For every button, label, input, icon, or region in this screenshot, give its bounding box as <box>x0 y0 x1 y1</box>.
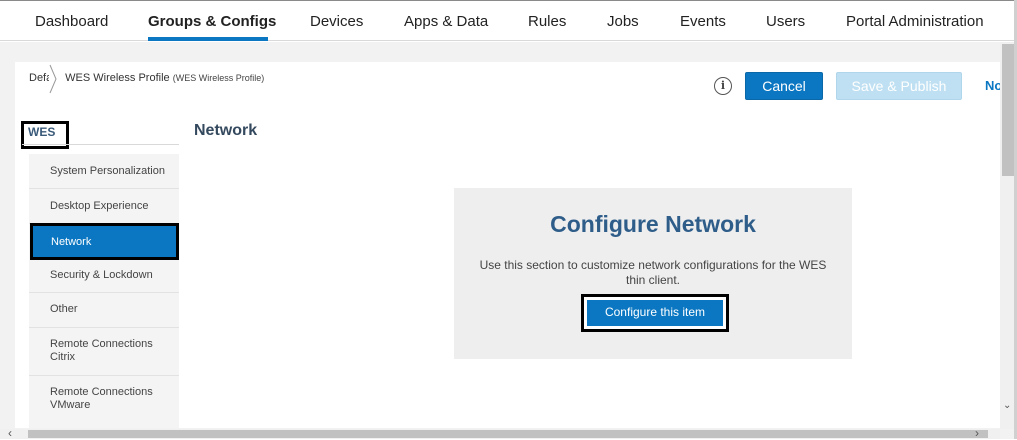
sidebar-divider <box>22 144 179 145</box>
info-icon[interactable]: i <box>714 77 732 95</box>
tab-users[interactable]: Users <box>766 13 805 30</box>
breadcrumb-root[interactable]: Defa <box>29 72 49 84</box>
tab-devices[interactable]: Devices <box>310 13 363 30</box>
sidebar-item-security-lockdown[interactable]: Security & Lockdown <box>29 259 179 293</box>
active-tab-indicator <box>148 37 268 41</box>
scroll-down-icon[interactable]: ⌄ <box>1003 400 1011 411</box>
tab-rules[interactable]: Rules <box>528 13 566 30</box>
sidebar-item-desktop-experience[interactable]: Desktop Experience <box>29 189 179 224</box>
tab-groups-configs[interactable]: Groups & Configs <box>148 13 276 30</box>
scroll-right-icon[interactable]: › <box>975 426 979 440</box>
save-publish-button[interactable]: Save & Publish <box>836 72 962 100</box>
card-description: Use this section to customize network co… <box>479 258 827 287</box>
card-title: Configure Network <box>550 211 756 237</box>
configure-item-button[interactable]: Configure this item <box>581 294 729 332</box>
sidebar-item-system-personalization[interactable]: System Personalization <box>29 154 179 189</box>
sidebar-item-remote-connections-citrix[interactable]: Remote Connections Citrix <box>29 328 179 376</box>
scroll-left-icon[interactable]: ‹ <box>8 426 12 440</box>
breadcrumb-separator-icon <box>49 64 57 94</box>
breadcrumb-current: WES Wireless Profile <box>65 72 170 84</box>
tab-jobs[interactable]: Jobs <box>607 13 639 30</box>
sidebar-item-other[interactable]: Other <box>29 293 179 328</box>
vertical-scrollbar-thumb[interactable] <box>1002 44 1014 176</box>
section-title: Network <box>194 122 258 139</box>
breadcrumb-current-sub: (WES Wireless Profile) <box>172 73 265 83</box>
breadcrumb: Defa WES Wireless Profile (WES Wireless … <box>29 72 264 84</box>
top-navigation: Dashboard Groups & Configs Devices Apps … <box>0 0 1017 41</box>
tab-apps-data[interactable]: Apps & Data <box>404 13 488 30</box>
sidebar-item-remote-connections-vmware[interactable]: Remote Connections VMware <box>29 376 179 428</box>
horizontal-scrollbar-thumb[interactable] <box>28 430 988 438</box>
cancel-button[interactable]: Cancel <box>745 72 823 100</box>
tab-events[interactable]: Events <box>680 13 726 30</box>
tab-portal-administration[interactable]: Portal Administration <box>846 13 984 30</box>
sidebar-item-network[interactable]: Network <box>30 223 179 260</box>
tab-dashboard[interactable]: Dashboard <box>35 13 108 30</box>
